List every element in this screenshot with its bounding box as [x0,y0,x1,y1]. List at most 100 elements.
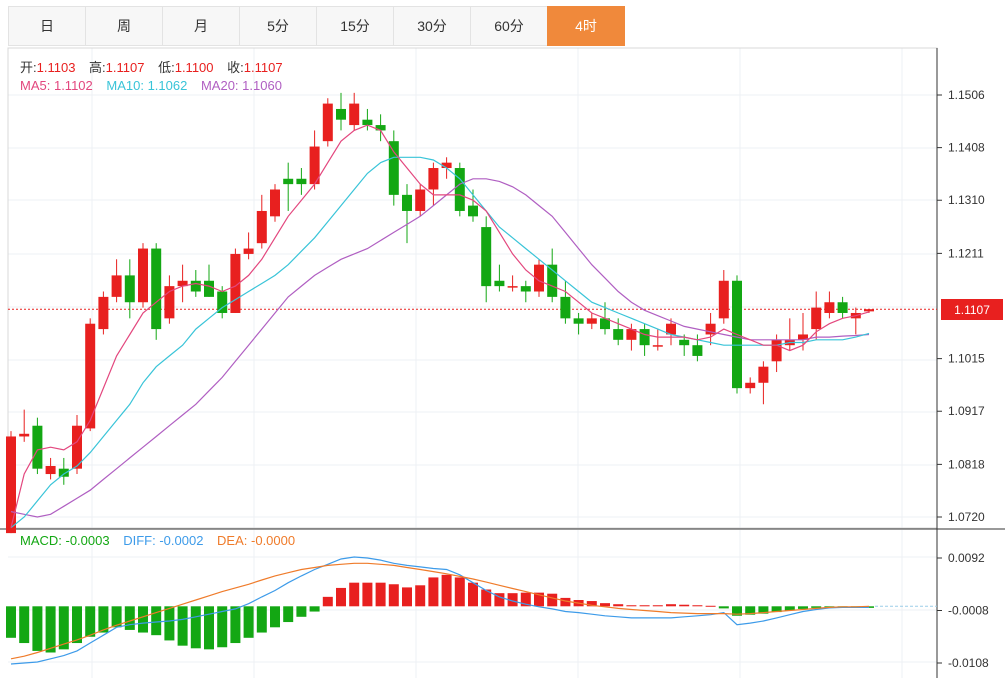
macd-bar [349,582,360,607]
ohlc-readout: 开:1.1103 高:1.1107 低:1.1100 收:1.1107 [20,57,293,76]
price-tick-label: 1.0818 [948,457,985,471]
open-value: 1.1103 [36,60,76,75]
macd-tick-label: 0.0092 [948,551,985,565]
candle-body [679,339,690,346]
price-tick-label: 1.1310 [948,193,985,207]
candle-body [864,309,874,312]
candle-body [520,286,531,292]
macd-bar [85,606,96,637]
open-label: 开: [20,60,37,75]
kline-chart[interactable]: 1.1506 1.1408 1.1310 1.1211 1.1015 1.0917 1.08… [0,0,1005,680]
candle-body [507,286,518,288]
candle-body [745,382,756,389]
tab-30min[interactable]: 30分 [393,6,471,46]
low-label: 低: [158,60,175,75]
macd-label: MACD: [20,533,66,548]
candle-body [243,248,254,254]
macd-bar [454,577,465,607]
candle-body [296,178,307,185]
macd-bar [362,582,373,607]
macd-bar [705,605,716,607]
price-tick-label: 1.0720 [948,510,985,524]
close-label: 收: [227,60,244,75]
macd-bar [6,606,16,638]
candle-body [45,465,56,475]
macd-readout: MACD: -0.0003 DIFF: -0.0002 DEA: -0.0000 [20,533,295,548]
tab-4hour[interactable]: 4时 [547,6,625,46]
candle-body [652,345,663,347]
candle-body [481,227,492,287]
candle-body [811,307,822,330]
macd-bar [164,606,175,641]
tab-month[interactable]: 月 [162,6,240,46]
tab-day[interactable]: 日 [8,6,86,46]
candle-body [32,425,43,469]
macd-bar [652,605,663,607]
ma5-value: 1.1102 [53,78,93,93]
candle-body [204,280,214,297]
macd-bar [692,605,703,607]
macd-bar [204,606,214,650]
candle-body [388,141,399,195]
price-tick-label: 1.1408 [948,141,985,155]
current-price-tag: 1.1107 [941,299,1003,320]
macd-bar [415,585,426,607]
macd-bar [124,606,135,630]
candle-body [454,168,465,211]
candle-body [124,275,135,303]
price-tick-label: 1.1211 [948,246,984,260]
macd-bar [256,606,267,633]
high-label: 高: [89,60,106,75]
dea-label: DEA: [217,533,252,548]
macd-value: -0.0003 [65,533,110,548]
candle-body [415,189,426,211]
price-tick-label: 1.1015 [948,352,985,366]
macd-bar [798,606,808,609]
ma10-label: MA10: [106,78,148,93]
macd-bar [666,604,676,607]
macd-bar [177,606,188,646]
candle-body [613,329,624,340]
macd-bar [243,606,254,638]
candle-body [560,296,571,319]
macd-bar [613,604,624,607]
tab-60min[interactable]: 60分 [470,6,548,46]
candle-body [494,280,505,287]
macd-bar [151,606,162,636]
ma10-value: 1.1062 [147,78,188,93]
candle-body [283,178,294,185]
macd-bar [32,606,43,651]
macd-tick-label: -0.0008 [948,604,989,618]
tab-week[interactable]: 周 [85,6,163,46]
diff-label: DIFF: [123,533,160,548]
macd-bar [402,587,412,607]
macd-tick-label: -0.0108 [948,656,989,670]
candle-body [837,302,848,313]
candle-body [151,248,162,330]
ma20-label: MA20: [200,78,243,93]
dea-value: -0.0000 [251,533,296,548]
macd-bar [296,606,307,617]
low-value: 1.1100 [174,60,214,75]
macd-bar [468,582,478,607]
candle-body [256,210,267,244]
macd-bar [547,593,558,607]
high-value: 1.1107 [105,60,145,75]
candle-body [138,248,148,303]
macd-bar [283,606,294,623]
candle-body [19,433,30,437]
macd-bar [72,606,82,644]
candle-body [322,103,333,142]
tab-5min[interactable]: 5分 [239,6,317,46]
tab-15min[interactable]: 15分 [316,6,394,46]
candle-body [6,436,16,534]
candle-body [98,296,109,330]
macd-bar [138,606,148,633]
ma5-label: MA5: [20,78,54,93]
macd-bar [45,606,56,653]
macd-bar [375,582,386,607]
macd-bar [428,577,439,607]
candle-body [190,280,201,292]
candle-body [428,168,439,190]
macd-bar [19,606,30,644]
